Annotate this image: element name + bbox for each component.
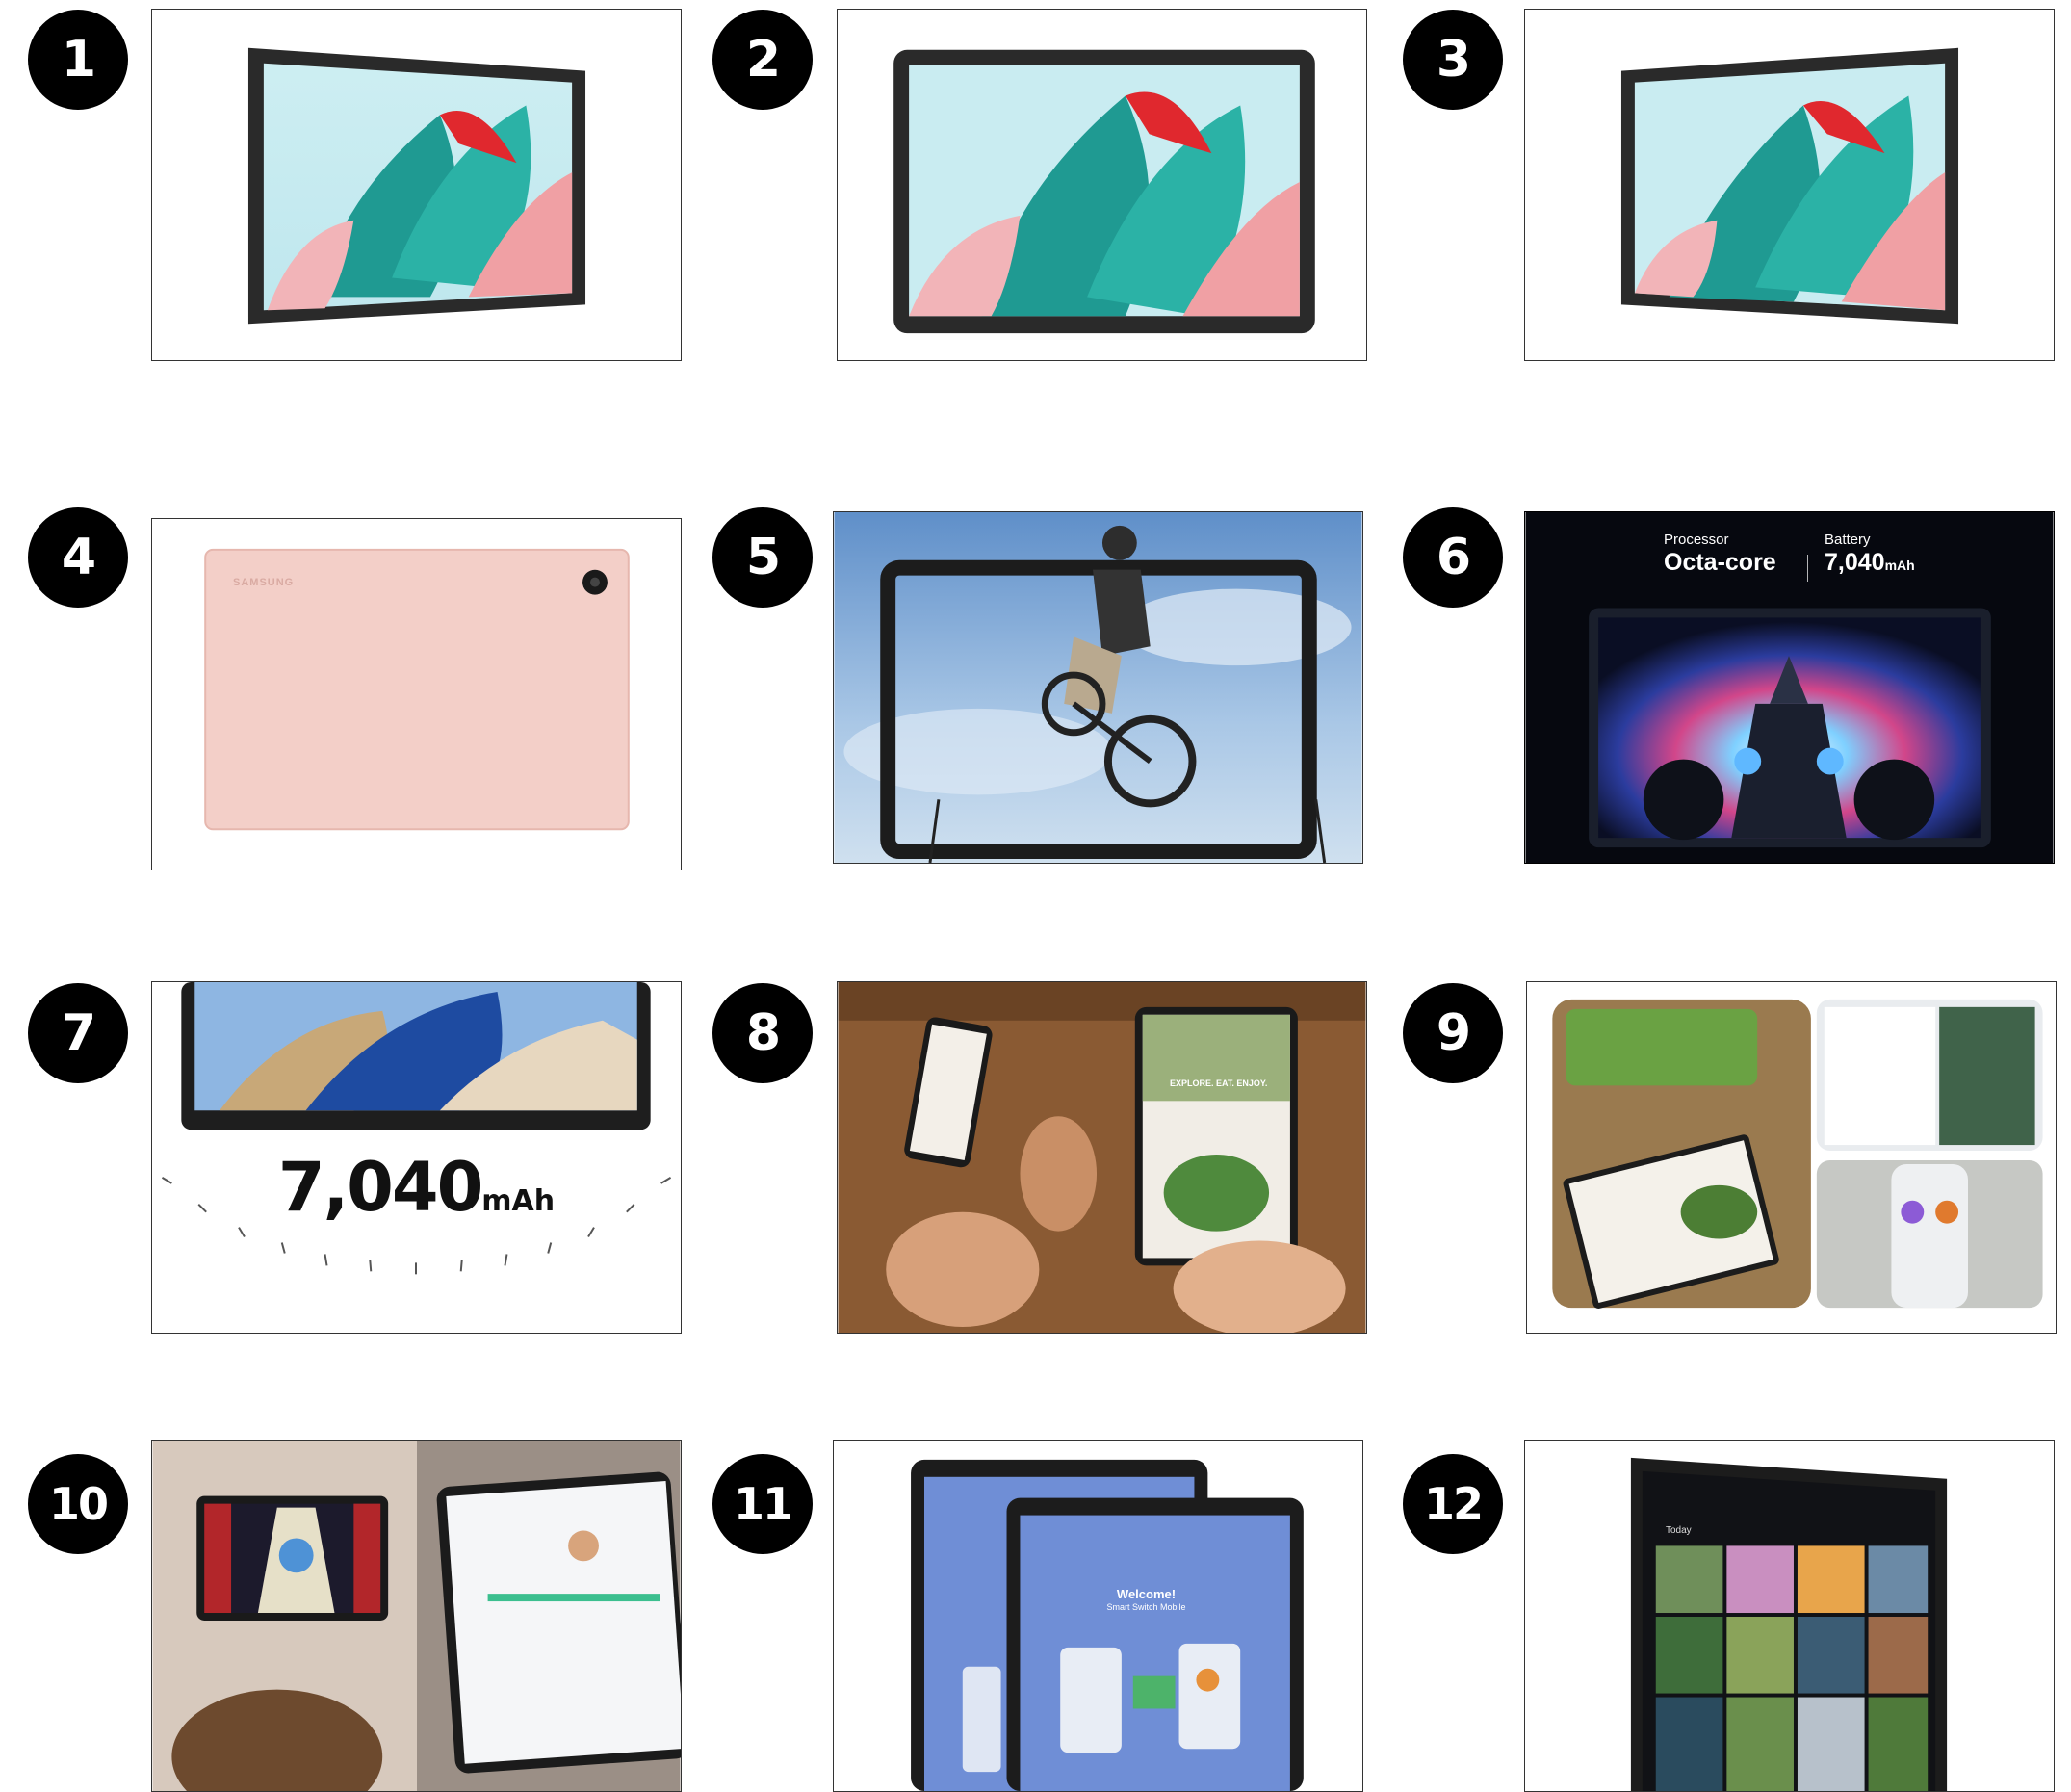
product-image-tile-4[interactable]: SAMSUNG [151,518,682,870]
number-badge: 7 [28,983,128,1083]
welcome-title: Welcome! [1116,1587,1177,1601]
number-badge: 4 [28,507,128,608]
multitasking-collage-image [1552,999,2043,1309]
number-badge: 11 [712,1454,813,1554]
number-badge: 6 [1403,507,1503,608]
number-badge: 2 [712,10,813,110]
spec-divider [1807,555,1808,582]
number-badge: 5 [712,507,813,608]
samsung-logo: SAMSUNG [233,577,295,588]
gallery-heading: Today [1666,1525,1692,1536]
product-image-tile-7[interactable]: 7,040mAh [151,981,682,1334]
product-image-tile-5[interactable] [833,511,1363,864]
number-badge: 8 [712,983,813,1083]
battery-capacity-text: 7,040mAh [277,1148,556,1227]
product-image-tile-10[interactable] [151,1440,682,1792]
tablet-front-angle-left-image [247,47,586,325]
kids-and-parental-controls-image [152,1441,681,1791]
product-image-tile-9[interactable] [1526,981,2057,1334]
product-image-tile-6[interactable]: Processor Octa-core Battery 7,040mAh [1524,511,2055,864]
tablet-front-image [893,49,1315,334]
smart-switch-image [911,1459,1304,1791]
processor-label: Processor [1664,532,1729,548]
battery-label: Battery [1825,532,1871,548]
product-image-tile-1[interactable] [151,9,682,361]
number-badge: 9 [1403,983,1503,1083]
number-badge: 12 [1403,1454,1503,1554]
number-badge: 1 [28,10,128,110]
racing-car-image [1525,512,2054,863]
number-badge: 10 [28,1454,128,1554]
bmx-rider-image [834,512,1362,863]
number-badge: 3 [1403,10,1503,110]
product-image-tile-3[interactable] [1524,9,2055,361]
screen-tagline: EXPLORE. EAT. ENJOY. [1170,1078,1268,1088]
product-image-tile-12[interactable]: Today [1524,1440,2055,1792]
product-image-tile-2[interactable] [837,9,1367,361]
recipe-sharing-image [838,982,1366,1333]
product-image-tile-11[interactable]: Welcome! Smart Switch Mobile [833,1440,1363,1792]
welcome-subtitle: Smart Switch Mobile [1106,1602,1186,1612]
processor-value: Octa-core [1664,549,1776,576]
gallery-app-image [1630,1457,1948,1791]
battery-value: 7,040mAh [1825,549,1915,576]
tablet-back-pink-gold-image [204,548,630,831]
tablet-front-angle-right-image [1620,47,1959,325]
product-image-tile-8[interactable]: EXPLORE. EAT. ENJOY. [837,981,1367,1334]
